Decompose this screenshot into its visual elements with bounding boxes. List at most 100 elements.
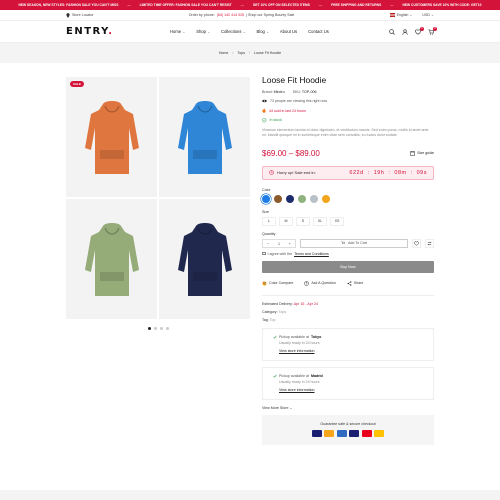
language-select[interactable]: English ⌄ (389, 13, 412, 17)
size-option[interactable]: XS (330, 216, 344, 226)
hoodie-image (177, 223, 232, 296)
buy-now-button[interactable]: Buy Now (262, 260, 434, 273)
color-swatch[interactable] (274, 194, 282, 203)
product-image[interactable] (159, 199, 250, 319)
wishlist-toggle[interactable] (412, 238, 421, 248)
product-image[interactable] (66, 199, 157, 319)
currency-select[interactable]: USD ⌄ (422, 13, 434, 17)
pickup-store: Madrid (310, 373, 323, 378)
sale-link[interactable]: | Shop our Spring Bounty Sale (246, 13, 294, 17)
user-icon (402, 28, 408, 35)
color-swatch[interactable] (310, 194, 318, 203)
language-label: English (396, 13, 409, 17)
pickup-text: Pickup available at (279, 373, 309, 378)
phone-number[interactable]: (84) 142 414 025 (217, 13, 244, 17)
viewing-text: 73 people are viewing this right now (270, 99, 328, 103)
quantity-decrease-button[interactable]: − (267, 241, 269, 246)
fire-icon (262, 108, 266, 113)
color-swatch[interactable] (262, 194, 270, 203)
promo-text: GET 10% OFF ON SELECTED ITEMS (252, 3, 310, 7)
store-locator-link[interactable]: Store Locator (66, 12, 94, 18)
account-button[interactable] (402, 28, 408, 35)
clock-icon (269, 170, 274, 175)
pickup-card: Pickup available at Madrid Usually ready… (262, 366, 434, 400)
nav-item-collections[interactable]: Collections ⌄ (221, 29, 246, 34)
category-value[interactable]: Tops (279, 310, 287, 314)
tag: Tag: Top (262, 318, 434, 322)
cart-button[interactable]: 0 (428, 26, 437, 35)
color-swatch[interactable] (286, 194, 294, 203)
stock-row: In stock (262, 118, 434, 123)
share-button[interactable]: Share (347, 280, 363, 286)
order-by-phone: Order by phone: (84) 142 414 025 | Shop … (189, 13, 295, 17)
flag-icon (389, 13, 395, 17)
ask-question-button[interactable]: Ask A Question (304, 280, 336, 286)
tag-value[interactable]: Top (270, 318, 276, 322)
add-to-cart-button[interactable]: Add To Cart (300, 238, 408, 248)
countdown-label: Hurry up! Sale end in: (277, 170, 316, 175)
store-locator-label: Store Locator (72, 13, 94, 17)
product-image[interactable] (159, 77, 250, 197)
view-more-label: View More Store (262, 405, 289, 410)
size-option[interactable]: L (262, 216, 276, 226)
color-compare-button[interactable]: Color Compare (262, 281, 293, 286)
nav-item-shop[interactable]: Shop ⌄ (196, 29, 210, 34)
logo[interactable]: ENTRY. (66, 26, 170, 37)
pagination-dot[interactable] (154, 327, 157, 330)
pagination-dot[interactable] (148, 327, 151, 330)
search-button[interactable] (389, 28, 395, 35)
size-guide-link[interactable]: Size guide (410, 150, 434, 156)
nav-item-contact[interactable]: Contact Us (308, 29, 329, 34)
nav-label: Home (170, 29, 182, 34)
logo-text: ENTRY (66, 26, 109, 37)
quantity-increase-button[interactable]: + (288, 241, 290, 246)
color-swatch[interactable] (298, 194, 306, 203)
store-info-link[interactable]: View store information (279, 349, 433, 353)
color-swatch[interactable] (322, 194, 330, 203)
store-info-link[interactable]: View store information (279, 388, 433, 392)
wishlist-button[interactable]: 1 (415, 26, 424, 35)
pagination-dot[interactable] (160, 327, 163, 330)
payment-methods (311, 430, 385, 437)
terms-link[interactable]: Terms and Conditions (294, 252, 329, 256)
stock-status: In stock (269, 118, 282, 123)
mastercard-icon (361, 430, 372, 437)
color-swatches (262, 194, 434, 203)
breadcrumb-home[interactable]: Home (219, 51, 229, 55)
nav-label: Shop (196, 29, 206, 34)
promo-bar: NEW SEASON, NEW STYLES: FASHION SALE YOU… (0, 0, 500, 10)
size-option[interactable]: S (296, 216, 310, 226)
add-to-cart-label: Add To Cart (348, 241, 367, 245)
size-option[interactable]: M (279, 216, 293, 226)
chevron-down-icon: ⌄ (266, 29, 269, 34)
product-price: $69.00 – $89.00 (262, 148, 320, 158)
viewing-row: 73 people are viewing this right now (262, 99, 434, 103)
brand-value[interactable]: Mindru (274, 90, 285, 94)
main-header: ENTRY. Home ⌄ Shop ⌄ Collections ⌄ Blog ⌄ Ab… (0, 21, 500, 43)
view-more-stores[interactable]: View More Store ⌄ (262, 406, 434, 410)
quantity-label: Quantity (262, 231, 276, 236)
sold-text: 44 sold in last 24 hours (269, 108, 306, 113)
paypal-icon (349, 430, 360, 437)
nav-label: Collections (220, 29, 242, 34)
compare-toggle[interactable] (425, 238, 434, 248)
nav-item-blog[interactable]: Blog ⌄ (256, 29, 268, 34)
nav-item-about[interactable]: About Us (280, 29, 297, 34)
quantity-value[interactable]: 1 (278, 241, 280, 246)
terms-checkbox[interactable] (262, 251, 266, 256)
ask-question-label: Ask A Question (311, 281, 336, 285)
sold-row: 44 sold in last 24 hours (262, 108, 434, 113)
product-image[interactable] (66, 77, 157, 197)
pagination-dot[interactable] (166, 327, 169, 330)
order-label: Order by phone: (188, 13, 215, 17)
color-compare-label: Color Compare (269, 281, 294, 285)
breadcrumb-current: Loose Fit Hoodie (254, 51, 282, 55)
sku-label: SKU: (292, 90, 301, 94)
breadcrumb-tops[interactable]: Tops (237, 51, 245, 55)
pickup-text: Pickup available at (279, 334, 309, 339)
nav-item-home[interactable]: Home ⌄ (170, 29, 185, 34)
estimated-delivery: Estimated Delivery: Apr 15 - Apr 24 (262, 302, 434, 306)
size-option[interactable]: XL (313, 216, 327, 226)
timer-hours: 19h (373, 169, 385, 176)
card-icon (374, 430, 385, 437)
